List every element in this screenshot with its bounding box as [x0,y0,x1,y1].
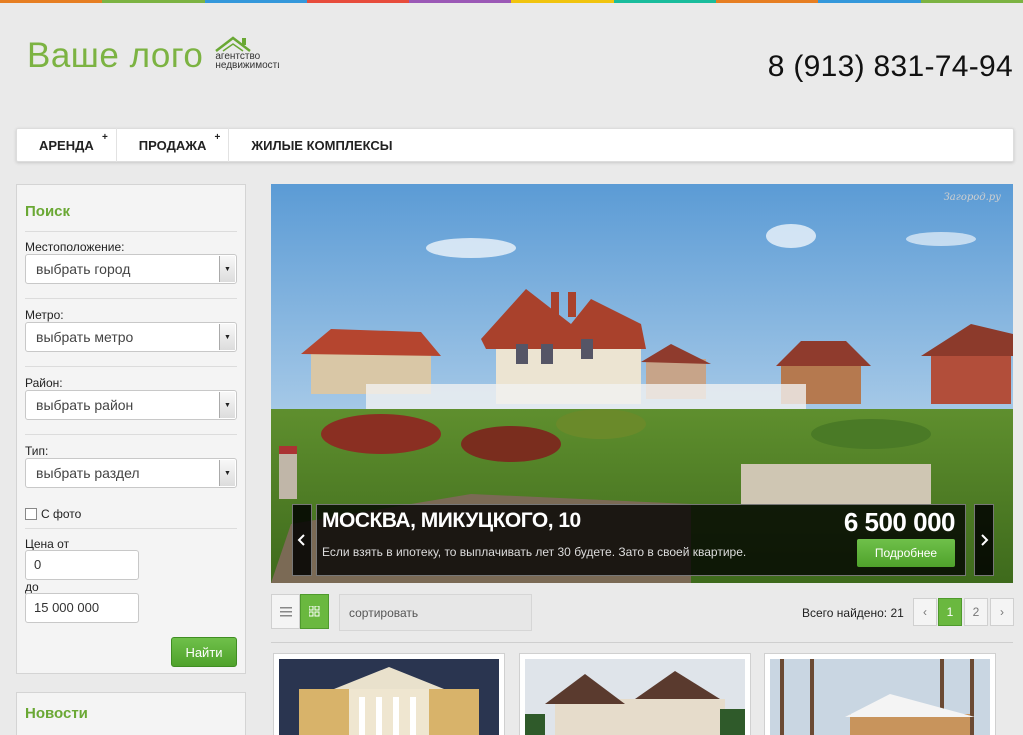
price-to-input[interactable]: 15 000 000 [25,593,139,623]
district-select-value: выбрать район [36,397,134,413]
property-card[interactable] [273,653,505,735]
district-label: Район: [25,376,63,390]
metro-select-value: выбрать метро [36,329,134,345]
divider [25,231,237,232]
property-card[interactable] [519,653,751,735]
search-title: Поиск [25,203,71,220]
property-thumbnail [770,659,990,735]
find-button[interactable]: Найти [171,637,237,667]
logo-subtitle-2: недвижимости [215,61,280,71]
location-label: Местоположение: [25,240,125,254]
metro-label: Метро: [25,308,64,322]
district-select[interactable]: выбрать район ▼ [25,390,237,420]
type-select[interactable]: выбрать раздел ▼ [25,458,237,488]
nav-item-label: ПРОДАЖА [138,137,207,153]
submenu-plus-icon: + [214,132,221,143]
property-thumbnail [525,659,745,735]
property-thumbnail [279,659,499,735]
nav-item-label: АРЕНДА [39,137,94,153]
slide-description: Если взять в ипотеку, то выплачивать лет… [322,545,747,559]
slide-price: 6 500 000 [843,507,956,537]
location-select[interactable]: выбрать город ▼ [25,254,237,284]
nav-item-rent[interactable]: АРЕНДА + [17,128,117,162]
photo-filter[interactable]: С фото [25,507,81,521]
results-count: Всего найдено: 21 [802,606,904,620]
grid-view-button[interactable] [300,594,329,629]
dropdown-arrow-icon: ▼ [219,324,235,350]
list-view-icon [279,606,292,616]
metro-select[interactable]: выбрать метро ▼ [25,322,237,352]
nav-item-label: ЖИЛЫЕ КОМПЛЕКСЫ [251,137,393,153]
main-nav: АРЕНДА + ПРОДАЖА + ЖИЛЫЕ КОМПЛЕКСЫ [16,128,1014,162]
divider [25,434,237,435]
dropdown-arrow-icon: ▼ [219,256,235,282]
list-view-button[interactable] [271,594,300,629]
price-to-label: до [25,580,39,594]
location-select-value: выбрать город [36,261,131,277]
slide-caption: МОСКВА, МИКУЦКОГО, 10 Если взять в ипоте… [316,504,966,576]
top-color-stripe [0,0,1023,3]
type-select-value: выбрать раздел [36,465,140,481]
price-from-input[interactable]: 0 [25,550,139,580]
next-page-button[interactable]: › [990,598,1014,626]
nav-item-sale[interactable]: ПРОДАЖА + [117,128,230,162]
photo-checkbox[interactable] [25,508,37,520]
property-card[interactable] [764,653,996,735]
divider [25,366,237,367]
chevron-left-icon [297,534,305,546]
news-panel: Новости [16,692,246,735]
slider-prev-button[interactable] [292,504,312,576]
grid-view-icon [309,606,320,617]
details-button[interactable]: Подробнее [857,539,955,567]
slide-address[interactable]: МОСКВА, МИКУЦКОГО, 10 [322,509,581,533]
featured-slider[interactable]: Загород.ру МОСКВА, МИКУЦКОГО, 10 Если вз… [271,184,1013,583]
page-1-button[interactable]: 1 [938,598,962,626]
dropdown-arrow-icon: ▼ [219,460,235,486]
page-2-button[interactable]: 2 [964,598,988,626]
chevron-right-icon [981,534,989,546]
sort-select[interactable]: сортировать [339,594,532,631]
prev-page-button[interactable]: ‹ [913,598,937,626]
house-roof-icon [215,36,252,52]
dropdown-arrow-icon: ▼ [219,392,235,418]
photo-checkbox-label: С фото [41,507,82,521]
divider [25,298,237,299]
logo-text: Ваше лого [27,36,204,75]
submenu-plus-icon: + [101,132,108,143]
site-logo[interactable]: Ваше лого агентство недвижимости [27,36,279,76]
divider [271,642,1013,643]
nav-item-complexes[interactable]: ЖИЛЫЕ КОМПЛЕКСЫ [229,128,414,162]
slider-next-button[interactable] [974,504,994,576]
type-label: Тип: [25,444,49,458]
price-from-label: Цена от [25,537,70,551]
photo-watermark: Загород.ру [943,192,1001,203]
agency-badge: агентство недвижимости [215,36,279,72]
divider [25,528,237,529]
news-title: Новости [25,705,88,722]
search-panel: Поиск Местоположение: выбрать город ▼ Ме… [16,184,246,674]
phone-number[interactable]: 8 (913) 831-74-94 [768,50,1013,84]
